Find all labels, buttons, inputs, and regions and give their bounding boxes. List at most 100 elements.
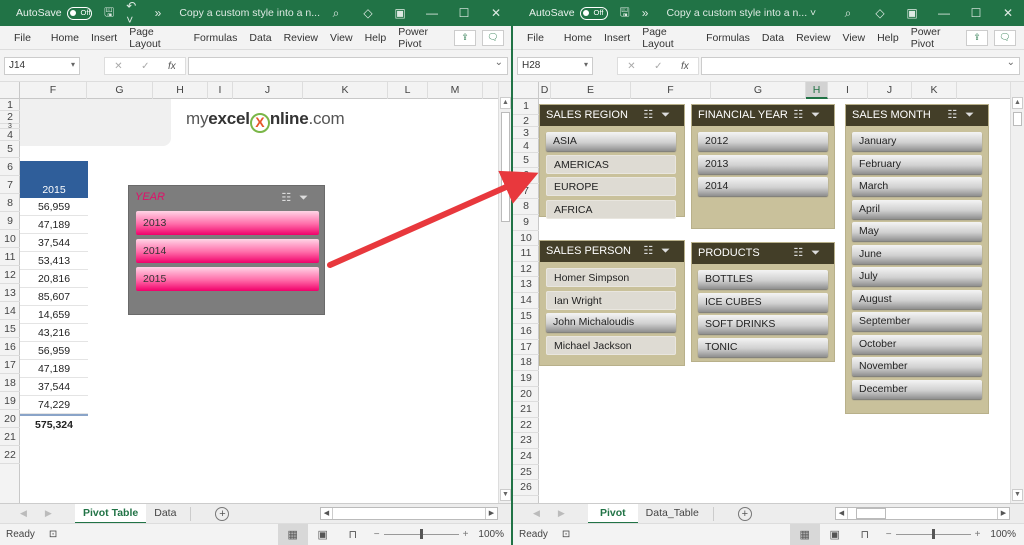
column-header-l[interactable]: L <box>388 82 428 99</box>
menu-review[interactable]: Review <box>790 32 836 44</box>
slicer-person[interactable]: SALES PERSON ☷⏷ Homer Simpson Ian Wright Joh… <box>539 240 685 366</box>
menu-file[interactable]: File <box>521 32 550 44</box>
menu-insert[interactable]: Insert <box>85 32 123 44</box>
row-header-18[interactable]: 18 <box>513 355 539 371</box>
row-header-20[interactable]: 20 <box>513 387 539 403</box>
row-header-8[interactable]: 8 <box>513 199 539 215</box>
row-header-6[interactable]: 6 <box>0 158 20 176</box>
slicer-item[interactable]: September <box>852 312 982 331</box>
zoom-in-icon[interactable]: + <box>975 529 981 540</box>
clear-filter-icon[interactable]: ⏷ <box>661 109 678 121</box>
worksheet-grid[interactable]: DEFGHIJK 1 2 3 4 5 6 7 8 9 10 11 12 13 14 15 16 17 18 19 20… <box>513 82 1024 503</box>
scroll-left-icon[interactable]: ◀ <box>836 508 848 519</box>
slicer-item[interactable]: 2012 <box>698 132 828 151</box>
row-header-10[interactable]: 10 <box>0 230 20 248</box>
row-header-21[interactable]: 21 <box>0 428 20 446</box>
row-header-12[interactable]: 12 <box>0 266 20 284</box>
row-header-7[interactable]: 7 <box>0 176 20 194</box>
slicer-item[interactable]: March <box>852 177 982 196</box>
slicer-item[interactable]: April <box>852 199 982 219</box>
menu-page-layout[interactable]: Page Layout <box>636 26 700 50</box>
pivot-value-cell[interactable]: 37,544 <box>20 234 88 252</box>
row-header-23[interactable]: 23 <box>513 433 539 449</box>
pivot-value-cell[interactable]: 56,959 <box>20 198 88 216</box>
row-header-16[interactable]: 16 <box>513 324 539 340</box>
row-header-17[interactable]: 17 <box>513 340 539 356</box>
page-layout-view-icon[interactable]: ▣ <box>308 524 338 545</box>
save-icon[interactable]: 🖫 <box>104 3 114 24</box>
row-header-5[interactable]: 5 <box>513 153 539 169</box>
menu-data[interactable]: Data <box>243 32 277 44</box>
zoom-level[interactable]: 100% <box>478 529 504 540</box>
row-header-9[interactable]: 9 <box>0 212 20 230</box>
cancel-icon[interactable]: ✕ <box>114 61 122 72</box>
select-all-corner[interactable] <box>513 82 539 99</box>
slicer-item-2014[interactable]: 2014 <box>136 239 319 263</box>
horizontal-scrollbar[interactable]: ◀ ▶ <box>320 507 498 520</box>
column-header-g[interactable]: G <box>87 82 153 99</box>
slicer-item[interactable]: May <box>852 222 982 241</box>
row-header-14[interactable]: 14 <box>513 293 539 309</box>
slicer-item-2015[interactable]: 2015 <box>136 267 319 291</box>
zoom-out-icon[interactable]: − <box>374 529 380 540</box>
multi-select-icon[interactable]: ☷ <box>643 109 661 121</box>
slicer-item[interactable]: Michael Jackson <box>546 335 676 355</box>
zoom-level[interactable]: 100% <box>990 529 1016 540</box>
zoom-out-icon[interactable]: − <box>886 529 892 540</box>
row-header-11[interactable]: 11 <box>513 246 539 262</box>
row-header-13[interactable]: 13 <box>513 277 539 293</box>
tab-pivot-table[interactable]: Pivot Table <box>75 503 147 524</box>
slicer-products[interactable]: PRODUCTS ☷⏷ BOTTLES ICE CUBES SOFT DRINKS TON… <box>691 242 835 362</box>
row-header-16[interactable]: 16 <box>0 338 20 356</box>
row-header-6[interactable]: 6 <box>513 168 539 184</box>
insert-function-icon[interactable]: fx <box>681 61 689 72</box>
row-header-1[interactable]: 1 <box>0 99 20 111</box>
ribbon-display-icon[interactable]: ▣ <box>384 6 416 21</box>
slicer-item[interactable]: EUROPE <box>546 177 676 196</box>
normal-view-icon[interactable]: ▦ <box>789 523 820 545</box>
tab-data-table[interactable]: Data_Table <box>638 504 707 524</box>
row-header-4[interactable]: 4 <box>0 129 20 141</box>
column-header-k[interactable]: K <box>303 82 388 99</box>
macro-record-icon[interactable]: ⊡ <box>49 529 57 540</box>
row-header-26[interactable]: 26 <box>513 480 539 496</box>
row-header-10[interactable]: 10 <box>513 231 539 247</box>
slicer-item[interactable]: AFRICA <box>546 199 676 219</box>
insert-function-icon[interactable]: fx <box>168 61 176 72</box>
column-header-k[interactable]: K <box>912 82 957 99</box>
menu-formulas[interactable]: Formulas <box>700 32 756 44</box>
autosave-toggle[interactable]: Off <box>66 6 92 20</box>
multi-select-icon[interactable]: ☷ <box>793 109 811 121</box>
normal-view-icon[interactable]: ▦ <box>277 523 308 545</box>
row-header-11[interactable]: 11 <box>0 248 20 266</box>
column-header-h[interactable]: H <box>806 82 828 99</box>
menu-data[interactable]: Data <box>756 32 790 44</box>
clear-filter-icon[interactable]: ⏷ <box>811 109 828 121</box>
name-box[interactable]: H28 <box>517 57 593 75</box>
pivot-value-cell[interactable]: 37,544 <box>20 378 88 396</box>
clear-filter-icon[interactable]: ⏷ <box>661 245 678 257</box>
slicer-item[interactable]: 2014 <box>698 177 828 196</box>
menu-home[interactable]: Home <box>558 32 598 44</box>
premium-diamond-icon[interactable]: ◇ <box>864 6 896 21</box>
scroll-thumb[interactable] <box>1013 112 1022 126</box>
multi-select-icon[interactable]: ☷ <box>643 245 661 257</box>
zoom-slider[interactable]: − + <box>886 529 981 540</box>
column-header-g[interactable]: G <box>711 82 806 99</box>
clear-filter-icon[interactable]: ⏷ <box>965 109 982 121</box>
row-header-7[interactable]: 7 <box>513 184 539 200</box>
pivot-value-cell[interactable]: 43,216 <box>20 324 88 342</box>
scroll-right-icon[interactable]: ▶ <box>485 508 497 519</box>
formula-input[interactable] <box>701 57 1020 75</box>
name-box[interactable]: J14 <box>4 57 80 75</box>
pivot-value-cell[interactable]: 47,189 <box>20 216 88 234</box>
enter-icon[interactable]: ✓ <box>654 61 662 72</box>
row-header-2[interactable]: 2 <box>513 115 539 127</box>
vertical-scrollbar[interactable]: ▲ ▼ <box>498 82 512 503</box>
save-icon[interactable]: 🖫 <box>620 3 630 24</box>
column-header-j[interactable]: J <box>233 82 303 99</box>
zoom-slider[interactable]: − + <box>374 529 468 540</box>
menu-help[interactable]: Help <box>871 32 905 44</box>
search-icon[interactable]: ⌕ <box>832 6 864 21</box>
more-commands-icon[interactable]: » <box>642 6 649 20</box>
